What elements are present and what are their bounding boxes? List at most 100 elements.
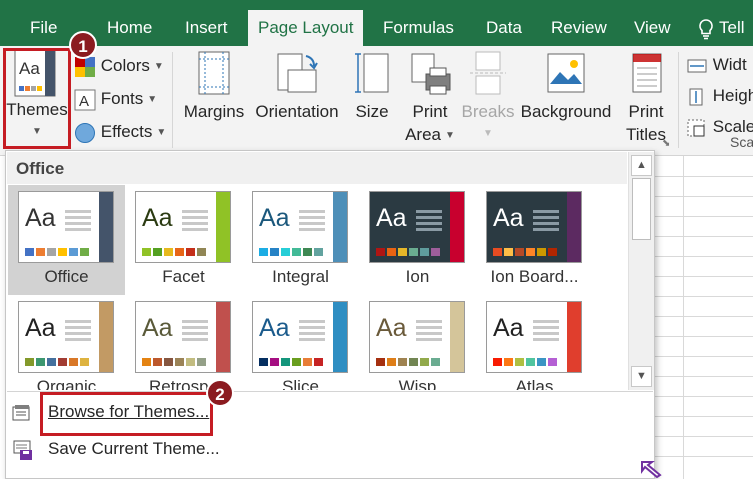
theme-color-swatch [270, 358, 279, 366]
theme-name-label: Atlas [515, 377, 554, 390]
theme-tile-retrospe[interactable]: Aa Retrospe [125, 295, 242, 390]
print-area-label-2-text: Area [405, 125, 441, 144]
save-current-theme-item[interactable]: Save Current Theme... [6, 432, 652, 466]
font-a-icon: A [74, 89, 96, 111]
theme-color-swatch [303, 248, 312, 256]
theme-sample-line [416, 216, 442, 219]
dialog-launcher-icon[interactable]: ⬊ [662, 138, 670, 149]
size-button[interactable]: Size [350, 50, 394, 123]
theme-tile-integral[interactable]: Aa Integral [242, 185, 359, 295]
background-picture-icon [547, 53, 585, 93]
margins-button[interactable]: Margins [180, 50, 248, 123]
theme-sample-line [533, 332, 559, 335]
theme-tile-facet[interactable]: Aa Facet [125, 185, 242, 295]
theme-sample-text: Aa [142, 314, 173, 342]
theme-color-swatch [292, 248, 301, 256]
theme-preview-thumbnail: Aa [252, 301, 348, 373]
grid-row-line [655, 376, 753, 377]
theme-tile-slice[interactable]: Aa Slice [242, 295, 359, 390]
grid-row-line [655, 356, 753, 357]
scroll-up-arrow-icon[interactable]: ▲ [631, 155, 652, 176]
tab-home[interactable]: Home [107, 0, 152, 46]
theme-color-swatch [409, 248, 418, 256]
theme-color-swatch [431, 248, 440, 256]
tell-me-label: Tell [719, 18, 745, 37]
theme-color-swatch [281, 358, 290, 366]
grid-column-line [683, 156, 684, 479]
orientation-icon [277, 53, 318, 93]
scrollbar-thumb[interactable] [632, 178, 651, 240]
worksheet-grid[interactable] [655, 156, 753, 479]
theme-tile-ion[interactable]: Aa Ion [359, 185, 476, 295]
theme-sample-line [533, 216, 559, 219]
resize-grip-icon[interactable] [640, 460, 664, 478]
gallery-scrollbar[interactable]: ▲ ▼ [628, 152, 654, 390]
theme-color-swatch [186, 358, 195, 366]
theme-tile-atlas[interactable]: Aa Atlas [476, 295, 593, 390]
size-label: Size [355, 102, 389, 121]
theme-tiles: Aa Office Aa Facet Aa Integral Aa Ion Aa Ion Boar… [6, 151, 626, 390]
theme-accent-strip [333, 192, 347, 262]
theme-color-swatch [515, 248, 524, 256]
effects-label: Effects [100, 122, 153, 141]
scroll-down-arrow-icon[interactable]: ▼ [631, 366, 652, 387]
theme-color-swatch [153, 358, 162, 366]
theme-tile-wisp[interactable]: Aa Wisp [359, 295, 476, 390]
tab-review[interactable]: Review [551, 0, 607, 46]
tab-file[interactable]: File [30, 0, 57, 46]
theme-color-swatch [259, 358, 268, 366]
theme-tile-office[interactable]: Aa Office [8, 185, 125, 295]
theme-color-swatch [164, 248, 173, 256]
theme-color-swatch [493, 358, 502, 366]
orientation-button[interactable]: Orientation [250, 50, 344, 123]
theme-color-swatch [69, 358, 78, 366]
theme-color-swatch [36, 358, 45, 366]
height-arrows-icon [689, 88, 703, 106]
tab-page-layout[interactable]: Page Layout [248, 10, 364, 46]
background-label: Background [520, 102, 612, 121]
tab-formulas[interactable]: Formulas [383, 0, 454, 46]
tab-view[interactable]: View [634, 0, 671, 46]
theme-sample-line [299, 338, 325, 341]
tell-me-box[interactable]: Tell [697, 0, 745, 46]
grid-row-line [655, 296, 753, 297]
theme-sample-line [416, 228, 442, 231]
theme-color-swatch [36, 248, 45, 256]
tab-data[interactable]: Data [486, 0, 522, 46]
height-control[interactable]: Heigh [686, 81, 753, 111]
breaks-button[interactable]: Breaks ▼ [460, 50, 516, 143]
theme-sample-line [299, 332, 325, 335]
theme-sample-text: Aa [376, 314, 407, 342]
height-label: Heigh [712, 86, 753, 105]
theme-color-swatch [314, 358, 323, 366]
grid-row-line [655, 336, 753, 337]
grid-row-line [655, 416, 753, 417]
fonts-button[interactable]: A Fonts ▼ [74, 84, 157, 114]
theme-sample-line [533, 210, 559, 213]
theme-color-swatch [25, 248, 34, 256]
breaks-label: Breaks [460, 100, 516, 123]
print-titles-button[interactable]: Print Titles [618, 50, 674, 146]
theme-sample-line [533, 228, 559, 231]
grid-row-line [655, 396, 753, 397]
theme-sample-text: Aa [259, 314, 290, 342]
theme-sample-line [299, 210, 325, 213]
theme-sample-text: Aa [259, 204, 290, 232]
theme-tile-ion-board[interactable]: Aa Ion Board... [476, 185, 593, 295]
grid-row-line [655, 176, 753, 177]
theme-color-swatch [175, 358, 184, 366]
theme-preview-thumbnail: Aa [486, 191, 582, 263]
theme-sample-line [416, 332, 442, 335]
print-area-button[interactable]: Print Area ▼ [402, 50, 458, 147]
theme-color-swatch [537, 248, 546, 256]
background-button[interactable]: Background [518, 50, 614, 123]
theme-sample-line [65, 216, 91, 219]
effects-circle-icon [75, 122, 95, 143]
theme-color-swatch [175, 248, 184, 256]
theme-sample-line [416, 222, 442, 225]
theme-sample-text: Aa [142, 204, 173, 232]
theme-tile-organic[interactable]: Aa Organic [8, 295, 125, 390]
tab-insert[interactable]: Insert [185, 0, 228, 46]
width-control[interactable]: Widt [686, 50, 747, 80]
effects-button[interactable]: Effects ▼ [74, 117, 166, 147]
